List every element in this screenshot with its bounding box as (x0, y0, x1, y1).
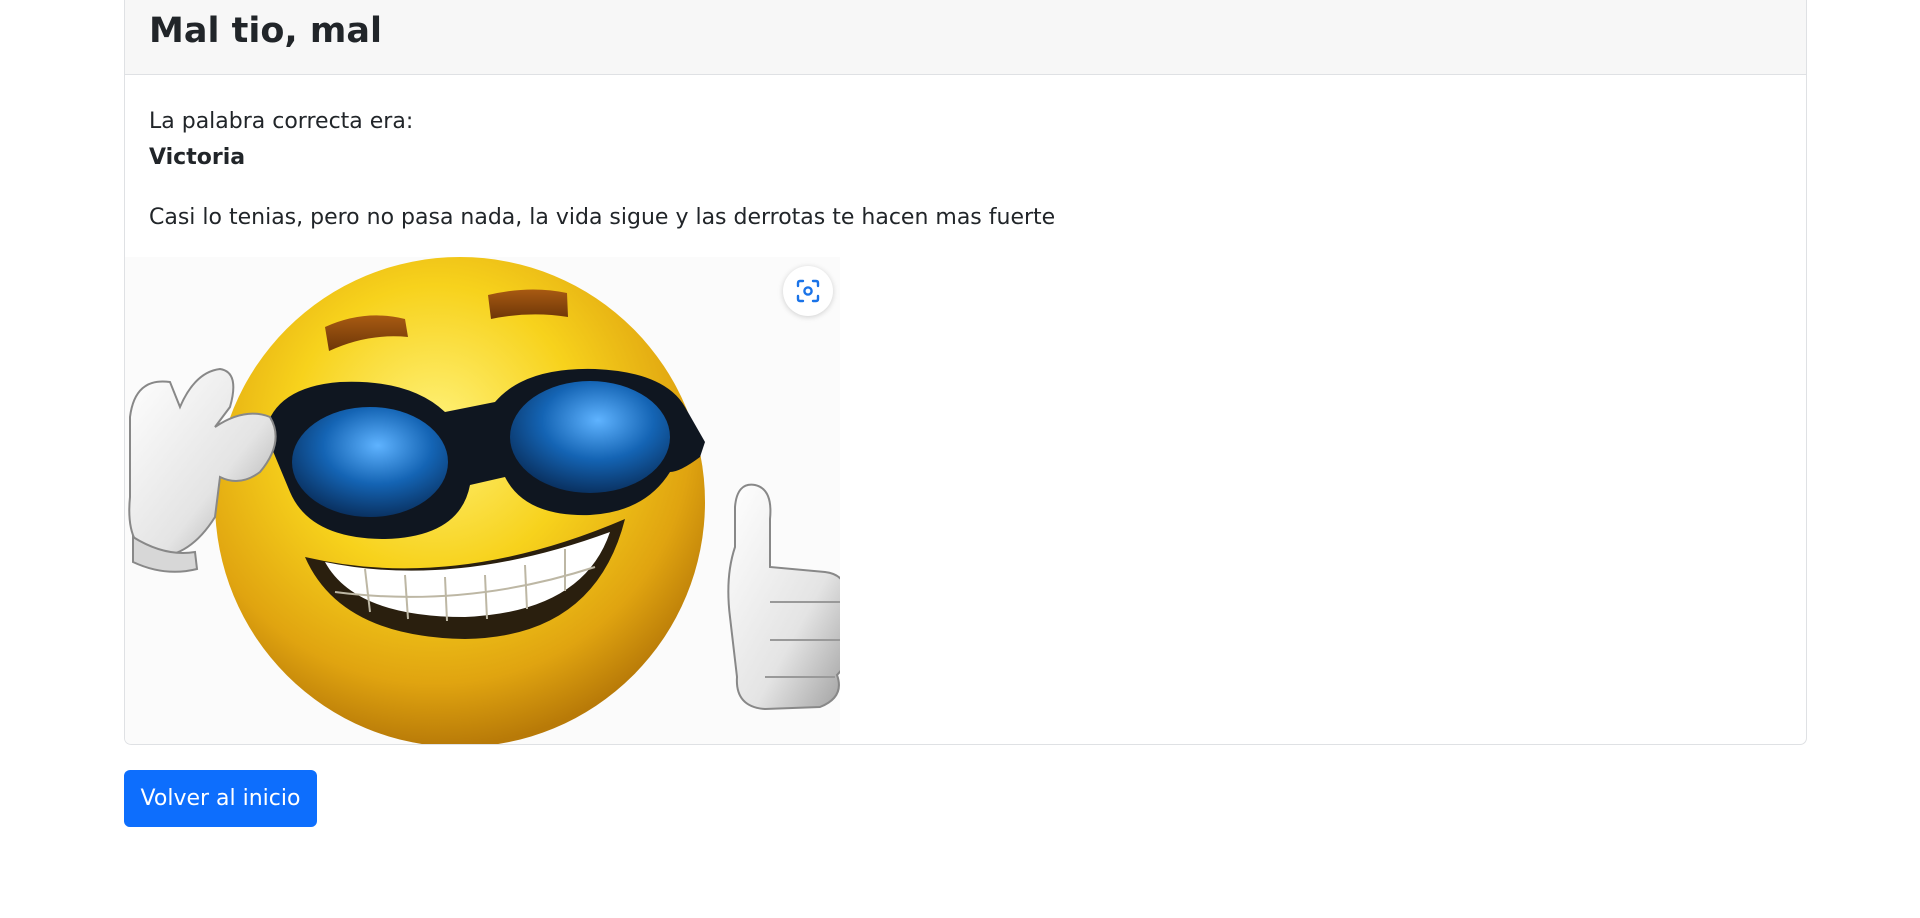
visual-search-icon (796, 279, 820, 303)
correct-word: Victoria (149, 145, 246, 170)
card-header: Mal tio, mal (125, 0, 1806, 75)
visual-search-button[interactable] (783, 266, 833, 316)
card-body: La palabra correcta era: Victoria Casi l… (125, 75, 1806, 744)
result-card: Mal tio, mal La palabra correcta era: Vi… (124, 0, 1807, 745)
result-title: Mal tio, mal (149, 10, 382, 51)
back-home-button[interactable]: Volver al inicio (124, 770, 317, 827)
correct-word-label: La palabra correcta era: (149, 109, 414, 134)
main-container: Mal tio, mal La palabra correcta era: Vi… (124, 0, 1807, 827)
smiley-sunglasses-image (125, 257, 840, 744)
consolation-message: Casi lo tenias, pero no pasa nada, la vi… (149, 205, 1056, 230)
